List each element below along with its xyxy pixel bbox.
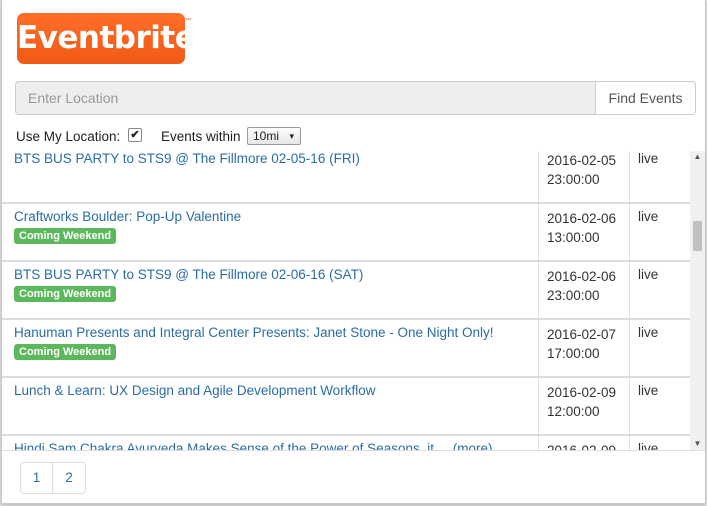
event-status: live xyxy=(638,267,659,282)
event-datetime: 2016-02-09 12:00:00 xyxy=(547,383,616,421)
scroll-up-icon[interactable]: ▲ xyxy=(690,151,705,163)
distance-select-value: 10mi xyxy=(253,129,280,143)
event-date: 2016-02-09 xyxy=(547,443,616,450)
search-options: Use My Location: ✔ Events within 10mi ▾ xyxy=(16,127,416,147)
event-datetime: 2016-02-09 xyxy=(547,441,616,450)
event-status-cell: live xyxy=(629,260,690,318)
event-date: 2016-02-09 xyxy=(547,385,617,400)
events-within-label: Events within xyxy=(161,129,241,144)
event-date: 2016-02-06 xyxy=(547,211,617,226)
find-events-button[interactable]: Find Events xyxy=(595,81,696,115)
event-datetime: 2016-02-05 23:00:00 xyxy=(547,151,616,189)
events-scrollbar[interactable]: ▲ ▼ xyxy=(690,151,705,450)
pagination-bar: 1 2 xyxy=(2,450,705,503)
event-status: live xyxy=(638,151,659,166)
eventbrite-popup: Eventbrite ™ Find Events Use My Location… xyxy=(1,0,706,504)
event-status-cell: live xyxy=(629,434,690,450)
event-link[interactable]: BTS BUS PARTY to STS9 @ The Fillmore 02-… xyxy=(14,151,534,166)
event-time: 23:00:00 xyxy=(547,288,600,303)
distance-select[interactable]: 10mi ▾ xyxy=(247,127,301,145)
event-title-cell: BTS BUS PARTY to STS9 @ The Fillmore 02-… xyxy=(14,267,534,302)
event-time: 17:00:00 xyxy=(547,346,600,361)
event-time: 12:00:00 xyxy=(547,404,600,419)
event-status: live xyxy=(638,383,659,398)
event-status: live xyxy=(638,209,659,224)
event-datetime: 2016-02-07 17:00:00 xyxy=(547,325,616,363)
event-datetime: 2016-02-06 13:00:00 xyxy=(547,209,616,247)
event-datetime: 2016-02-06 23:00:00 xyxy=(547,267,616,305)
scroll-down-icon[interactable]: ▼ xyxy=(690,438,705,450)
event-status-cell: live xyxy=(629,202,690,260)
event-date: 2016-02-05 xyxy=(547,153,617,168)
table-row: Craftworks Boulder: Pop-Up Valentine Com… xyxy=(2,202,690,262)
coming-weekend-badge: Coming Weekend xyxy=(14,286,117,302)
event-link[interactable]: Hindi Sam Chakra Ayurveda Makes Sense of… xyxy=(14,441,534,450)
event-time: 23:00:00 xyxy=(547,172,600,187)
trademark-mark: ™ xyxy=(185,18,191,24)
event-time: 13:00:00 xyxy=(547,230,600,245)
event-status: live xyxy=(638,325,659,340)
event-date-cell: 2016-02-05 23:00:00 xyxy=(538,151,629,202)
table-row: Hindi Sam Chakra Ayurveda Makes Sense of… xyxy=(2,434,690,450)
use-location-label: Use My Location: xyxy=(16,129,121,144)
event-date: 2016-02-07 xyxy=(547,327,617,342)
event-status: live xyxy=(638,441,659,450)
chevron-down-icon: ▾ xyxy=(289,131,294,141)
location-input[interactable] xyxy=(15,81,595,115)
event-link[interactable]: Hanuman Presents and Integral Center Pre… xyxy=(14,325,534,340)
eventbrite-logo: Eventbrite xyxy=(17,13,196,64)
coming-weekend-badge: Coming Weekend xyxy=(14,344,117,360)
event-date-cell: 2016-02-06 23:00:00 xyxy=(538,260,629,318)
table-row: Lunch & Learn: UX Design and Agile Devel… xyxy=(2,376,690,436)
table-row: BTS BUS PARTY to STS9 @ The Fillmore 02-… xyxy=(2,260,690,320)
events-table: BTS BUS PARTY to STS9 @ The Fillmore 02-… xyxy=(2,151,690,450)
scrollbar-thumb[interactable] xyxy=(693,221,702,251)
event-title-cell: Craftworks Boulder: Pop-Up Valentine Com… xyxy=(14,209,534,244)
event-status-cell: live xyxy=(629,376,690,434)
page-link-2[interactable]: 2 xyxy=(53,462,86,494)
event-title-cell: BTS BUS PARTY to STS9 @ The Fillmore 02-… xyxy=(14,151,534,166)
event-date-cell: 2016-02-07 17:00:00 xyxy=(538,318,629,376)
event-status-cell: live xyxy=(629,151,690,202)
event-date-cell: 2016-02-09 xyxy=(538,434,629,450)
event-title-cell: Lunch & Learn: UX Design and Agile Devel… xyxy=(14,383,534,398)
event-date-cell: 2016-02-06 13:00:00 xyxy=(538,202,629,260)
table-row: Hanuman Presents and Integral Center Pre… xyxy=(2,318,690,378)
page-link-1[interactable]: 1 xyxy=(20,462,53,494)
table-row: BTS BUS PARTY to STS9 @ The Fillmore 02-… xyxy=(2,151,690,204)
event-title-cell: Hindi Sam Chakra Ayurveda Makes Sense of… xyxy=(14,441,534,450)
event-link[interactable]: BTS BUS PARTY to STS9 @ The Fillmore 02-… xyxy=(14,267,534,282)
event-status-cell: live xyxy=(629,318,690,376)
coming-weekend-badge: Coming Weekend xyxy=(14,228,117,244)
use-location-checkbox[interactable]: ✔ xyxy=(128,128,142,142)
event-link[interactable]: Lunch & Learn: UX Design and Agile Devel… xyxy=(14,383,534,398)
event-link[interactable]: Craftworks Boulder: Pop-Up Valentine xyxy=(14,209,534,224)
event-date: 2016-02-06 xyxy=(547,269,617,284)
event-title-cell: Hanuman Presents and Integral Center Pre… xyxy=(14,325,534,360)
event-date-cell: 2016-02-09 12:00:00 xyxy=(538,376,629,434)
